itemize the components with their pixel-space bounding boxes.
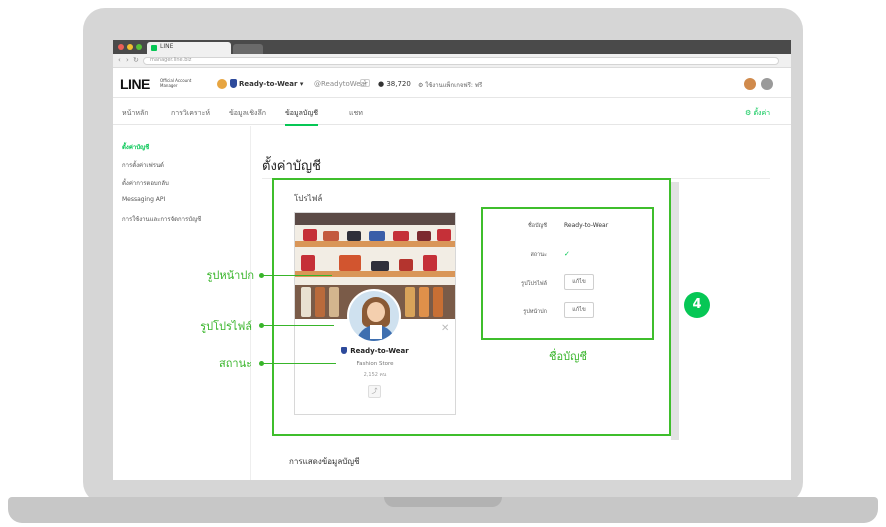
tutorial-illustration: LINE ‹ › ↻ manager.line.biz LINE Officia…: [0, 0, 886, 527]
section-title-account-display: การแสดงข้อมูลบัญชี: [289, 457, 360, 466]
tab-account-info[interactable]: ข้อมูลบัญชี: [285, 108, 319, 126]
profile-section-title: โปรไฟล์: [294, 194, 323, 203]
sidebar-item-response-settings[interactable]: ตั้งค่าการตอบกลับ: [122, 178, 169, 188]
cover-bag: [437, 229, 451, 241]
cover-coat: [329, 287, 339, 317]
profile-shirt: [370, 325, 382, 339]
browser-tab-inactive[interactable]: [233, 44, 263, 54]
forward-icon[interactable]: ›: [126, 56, 129, 64]
form-label-account-name: ชื่อบัญชี: [528, 223, 547, 229]
cover-bag: [393, 231, 409, 241]
cover-coat: [419, 287, 429, 317]
cover-bag: [369, 231, 385, 241]
profile-face: [367, 302, 385, 322]
cover-bag: [417, 231, 431, 241]
annotation-cover-image: รูปหน้าปก: [206, 269, 254, 282]
logo-subtitle: Official Account Manager: [160, 78, 192, 88]
preview-friends: 2,152 คน: [363, 372, 387, 378]
cover-coat: [315, 287, 325, 317]
plan-status[interactable]: ⚙ ใช้งานแพ็กเกจฟรี: ฟรี: [418, 80, 482, 90]
cover-coat: [433, 287, 443, 317]
sidebar-item-friend-settings[interactable]: การตั้งค่าเฟรนด์: [122, 160, 164, 170]
cover-bag: [423, 255, 437, 271]
step-number-badge: 4: [684, 292, 710, 318]
preview-account-name: Ready-to-Wear: [295, 347, 455, 355]
top-nav: หน้าหลัก การวิเคราะห์ ข้อมูลเชิงลึก ข้อม…: [113, 99, 791, 126]
profile-image[interactable]: [347, 289, 401, 343]
sidebar-item-messaging-api[interactable]: Messaging API: [122, 196, 165, 203]
sidebar: ตั้งค่าบัญชี การตั้งค่าเฟรนด์ ตั้งค่าการ…: [113, 126, 251, 480]
back-icon[interactable]: ‹: [118, 56, 121, 64]
browser-tab[interactable]: LINE: [147, 42, 231, 54]
cover-bag: [371, 261, 389, 271]
verified-shield-icon: [230, 79, 237, 88]
cover-bag: [339, 255, 361, 271]
annotation-account-name: ชื่อบัญชี: [549, 350, 587, 363]
preview-status: Fashion Store: [356, 361, 394, 367]
edit-profile-image-button[interactable]: แก้ไข: [564, 274, 594, 290]
edit-status-icon[interactable]: ✓: [564, 250, 570, 258]
settings-link[interactable]: ⚙ ตั้งค่า: [745, 108, 770, 119]
cover-shelf: [295, 241, 455, 247]
reload-icon[interactable]: ↻: [133, 56, 139, 64]
annotation-line: [262, 275, 332, 276]
cover-bag: [303, 229, 317, 241]
tab-chat[interactable]: แชท: [349, 108, 363, 119]
tab-insights[interactable]: ข้อมูลเชิงลึก: [229, 108, 266, 119]
address-bar: ‹ › ↻ manager.line.biz: [113, 54, 791, 68]
callout-shadow: [671, 182, 679, 440]
window-maximize-icon[interactable]: [136, 44, 142, 50]
notification-badge[interactable]: 1: [360, 79, 370, 87]
preview-account-name-text: Ready-to-Wear: [350, 347, 409, 355]
account-avatar: [217, 79, 227, 89]
annotation-status: สถานะ: [219, 357, 252, 370]
line-favicon-icon: [151, 45, 157, 51]
cover-shelf-top: [295, 213, 455, 225]
close-icon[interactable]: ✕: [441, 323, 449, 334]
cover-shelf: [295, 271, 455, 277]
app-header: LINE Official Account Manager Ready-to-W…: [113, 68, 791, 98]
sidebar-item-account-management[interactable]: การใช้งานและการจัดการบัญชี: [122, 214, 201, 224]
laptop-notch: [384, 497, 502, 507]
account-switcher[interactable]: Ready-to-Wear ▾: [239, 80, 303, 88]
profile-preview-card: ✕ Ready-to-Wear Fashion Store 2,152 คน ⤴: [294, 212, 456, 415]
cover-bag: [399, 259, 413, 271]
form-label-cover-image: รูปหน้าปก: [523, 309, 547, 315]
tab-analytics[interactable]: การวิเคราะห์: [171, 108, 210, 119]
cover-coat: [405, 287, 415, 317]
friend-count: ● 38,720: [378, 80, 411, 88]
browser-tabbar: LINE: [113, 40, 791, 54]
annotation-line: [262, 363, 336, 364]
user-avatar[interactable]: [744, 78, 756, 90]
verified-shield-icon: [341, 347, 348, 354]
form-value-account-name[interactable]: Ready-to-Wear: [564, 222, 608, 229]
edit-cover-image-button[interactable]: แก้ไข: [564, 302, 594, 318]
cover-bag: [347, 231, 361, 241]
tab-home[interactable]: หน้าหลัก: [122, 108, 148, 119]
window-minimize-icon[interactable]: [127, 44, 133, 50]
share-icon[interactable]: ⤴: [368, 385, 381, 398]
page-title: ตั้งค่าบัญชี: [262, 159, 321, 174]
cover-bag: [323, 231, 339, 241]
line-logo[interactable]: LINE: [120, 76, 150, 92]
annotation-profile-image: รูปโปรไฟล์: [200, 320, 252, 333]
browser-tab-title: LINE: [160, 43, 174, 50]
settings-gear-icon[interactable]: [761, 78, 773, 90]
cover-coat: [301, 287, 311, 317]
sidebar-item-account-settings[interactable]: ตั้งค่าบัญชี: [122, 142, 149, 152]
form-label-status: สถานะ: [530, 252, 548, 258]
url-input[interactable]: manager.line.biz: [143, 57, 779, 65]
url-text: manager.line.biz: [150, 57, 192, 63]
form-label-profile-image: รูปโปรไฟล์: [521, 281, 547, 287]
window-close-icon[interactable]: [118, 44, 124, 50]
annotation-line: [262, 325, 334, 326]
cover-bag: [301, 255, 315, 271]
